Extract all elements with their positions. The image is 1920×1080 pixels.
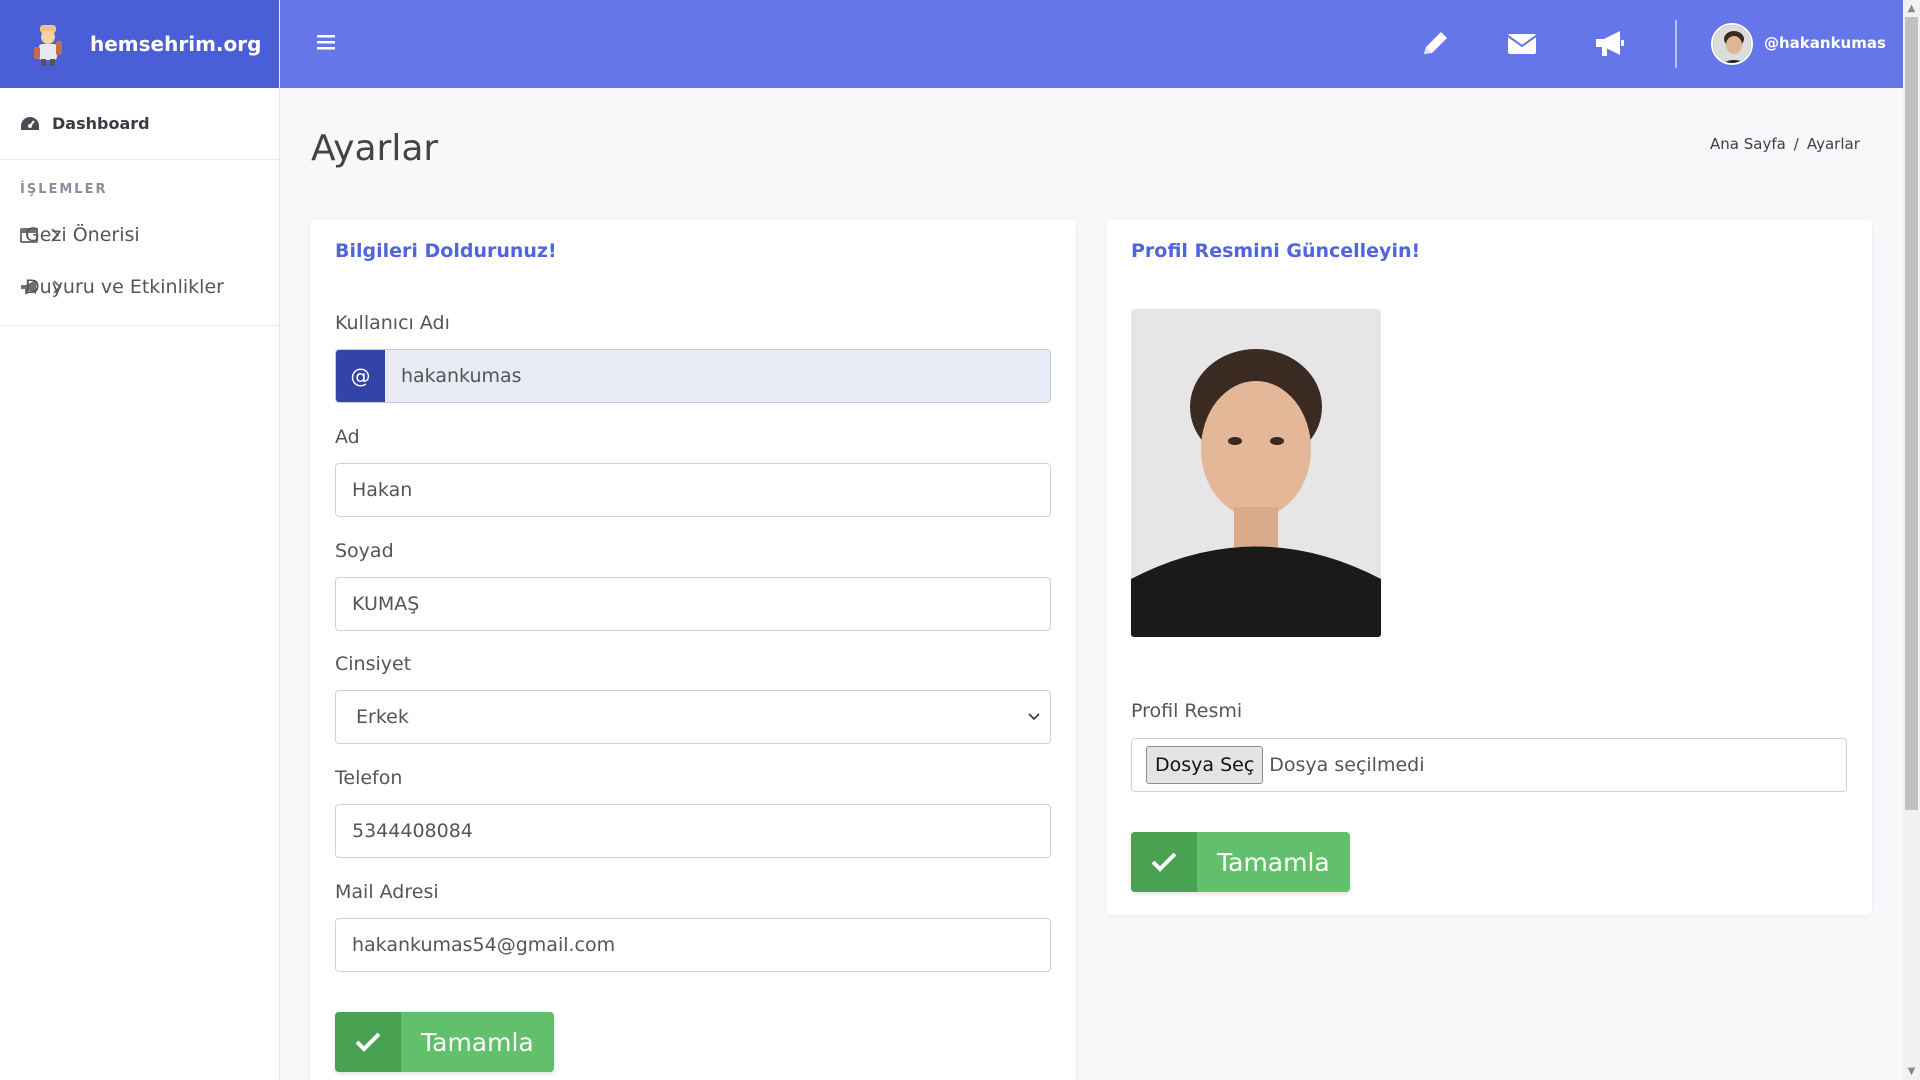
dashboard-icon xyxy=(21,116,39,130)
profile-photo xyxy=(1131,309,1381,637)
topbar-divider xyxy=(1675,20,1677,68)
chevron-down-icon xyxy=(1028,713,1040,721)
scroll-thumb[interactable] xyxy=(1905,17,1918,810)
breadcrumb-current: Ayarlar xyxy=(1806,135,1860,153)
sidebar-item-duyuru-ve-etkinlikler[interactable]: Duyuru ve Etkinlikler xyxy=(0,261,279,313)
first-name-label: Ad xyxy=(335,426,360,448)
megaphone-icon[interactable] xyxy=(1593,27,1627,61)
sidebar-item-label: Dashboard xyxy=(52,114,150,133)
last-name-label: Soyad xyxy=(335,540,394,562)
username-input[interactable]: hakankumas xyxy=(385,350,1050,402)
scroll-up-arrow[interactable]: ▲ xyxy=(1903,0,1920,17)
breadcrumb-home-link[interactable]: Ana Sayfa xyxy=(1710,135,1786,153)
sidebar-item-label: Gezi Önerisi xyxy=(25,224,140,246)
file-status: Dosya seçilmedi xyxy=(1269,754,1425,776)
brand-name: hemsehrim.org xyxy=(90,32,262,56)
profile-photo-file-input[interactable]: Dosya Seç Dosya seçilmedi xyxy=(1131,738,1847,792)
scroll-down-arrow[interactable]: ▼ xyxy=(1903,1063,1920,1080)
profile-photo-label: Profil Resmi xyxy=(1131,700,1243,722)
phone-input[interactable]: 5344408084 xyxy=(335,804,1051,858)
save-photo-button[interactable]: Tamamla xyxy=(1131,832,1350,892)
email-input[interactable]: hakankumas54@gmail.com xyxy=(335,918,1051,972)
check-icon xyxy=(1131,832,1197,892)
check-icon xyxy=(335,1012,401,1072)
sidebar: hemsehrim.org Dashboard İŞLEMLER Gezi Ön… xyxy=(0,0,280,1080)
sidebar-item-label: Duyuru ve Etkinlikler xyxy=(25,276,224,298)
sidebar-item-dashboard[interactable]: Dashboard xyxy=(0,88,279,160)
first-name-input[interactable]: Hakan xyxy=(335,463,1051,517)
scrollbar[interactable]: ▲ ▼ xyxy=(1903,0,1920,1080)
pencil-icon[interactable] xyxy=(1418,27,1452,61)
sidebar-divider xyxy=(0,325,279,326)
button-label: Tamamla xyxy=(1217,847,1330,877)
breadcrumb: Ana Sayfa / Ayarlar xyxy=(1710,135,1860,153)
info-form-card: Bilgileri Doldurunuz! Kullanıcı Adı @ ha… xyxy=(310,220,1076,1080)
choose-file-button[interactable]: Dosya Seç xyxy=(1146,746,1264,784)
envelope-icon[interactable] xyxy=(1505,27,1539,61)
save-info-button[interactable]: Tamamla xyxy=(335,1012,554,1072)
username-label: Kullanıcı Adı xyxy=(335,312,450,334)
username-label[interactable]: @hakankumas xyxy=(1764,34,1886,52)
phone-label: Telefon xyxy=(335,767,403,789)
button-label: Tamamla xyxy=(421,1027,534,1057)
username-input-group: @ hakankumas xyxy=(335,349,1051,403)
gender-select-value: Erkek xyxy=(356,706,409,728)
gender-select[interactable]: Erkek xyxy=(335,690,1051,744)
at-sign-addon: @ xyxy=(336,350,385,402)
last-name-input[interactable]: KUMAŞ xyxy=(335,577,1051,631)
photo-form-card: Profil Resmini Güncelleyin! Profil Resmi… xyxy=(1106,220,1872,915)
sidebar-item-gezi-onerisi[interactable]: Gezi Önerisi xyxy=(0,209,279,261)
logo-icon xyxy=(34,25,62,66)
avatar[interactable] xyxy=(1711,23,1753,65)
email-label: Mail Adresi xyxy=(335,881,439,903)
topbar: @hakankumas xyxy=(280,0,1903,88)
card-title: Profil Resmini Güncelleyin! xyxy=(1131,240,1421,262)
gender-label: Cinsiyet xyxy=(335,653,412,675)
brand[interactable]: hemsehrim.org xyxy=(0,0,279,88)
sidebar-heading: İŞLEMLER xyxy=(20,182,108,197)
page-title: Ayarlar xyxy=(311,128,439,169)
hamburger-menu-icon[interactable] xyxy=(316,32,336,52)
breadcrumb-separator: / xyxy=(1793,135,1799,153)
card-title: Bilgileri Doldurunuz! xyxy=(335,240,557,262)
